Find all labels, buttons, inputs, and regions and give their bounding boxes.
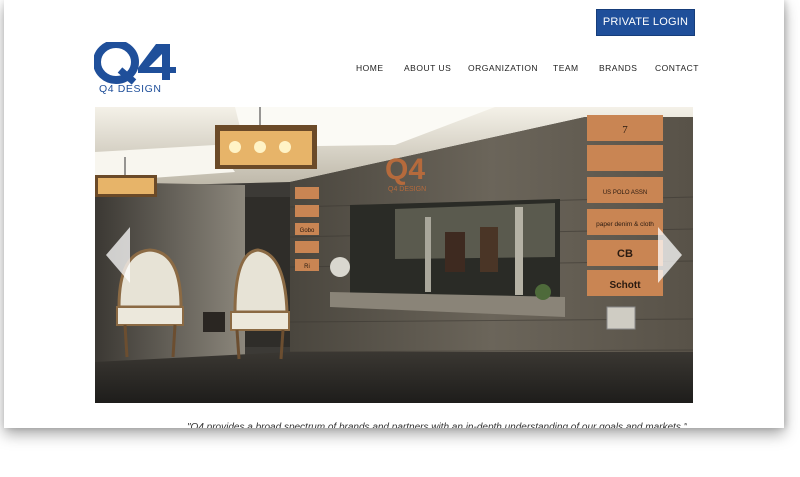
nav-item-team[interactable]: TEAM xyxy=(553,63,579,73)
nav-item-brands[interactable]: BRANDS xyxy=(599,63,637,73)
plaque-4-text: paper denim & cloth xyxy=(596,221,654,228)
testimonial-quote: "Q4 provides a broad spectrum of brands … xyxy=(187,422,688,428)
hero-image: Q4 Q4 DESIGN 7 US POLO ASSN paper denim … xyxy=(95,107,693,403)
side-plaque-5-text: Ri xyxy=(304,264,310,270)
logo-text: Q4 DESIGN xyxy=(99,83,162,95)
chevron-left-icon[interactable] xyxy=(104,225,132,285)
plaque-1-text: 7 xyxy=(622,124,628,136)
nav-item-home[interactable]: HOME xyxy=(356,63,384,73)
page-card: PRIVATE LOGIN Q4 DESIGN HOME ABOUT US OR… xyxy=(4,0,784,428)
nav-item-organization[interactable]: ORGANIZATION xyxy=(468,63,538,73)
wall-logo-text: Q4 xyxy=(385,153,425,186)
wall-logo-subtext: Q4 DESIGN xyxy=(388,186,426,193)
nav-item-contact[interactable]: CONTACT xyxy=(655,63,699,73)
main-nav: HOME ABOUT US ORGANIZATION TEAM BRANDS C… xyxy=(4,63,784,77)
chevron-right-icon[interactable] xyxy=(656,225,684,285)
private-login-button[interactable]: PRIVATE LOGIN xyxy=(596,9,695,36)
nav-item-about-us[interactable]: ABOUT US xyxy=(404,63,451,73)
hero-slideshow[interactable]: Q4 Q4 DESIGN 7 US POLO ASSN paper denim … xyxy=(95,107,693,403)
side-plaque-3-text: Gobo xyxy=(300,228,315,234)
plaque-6-text: Schott xyxy=(609,280,641,291)
plaque-3-text: US POLO ASSN xyxy=(603,190,647,196)
plaque-5-text: CB xyxy=(617,248,633,260)
